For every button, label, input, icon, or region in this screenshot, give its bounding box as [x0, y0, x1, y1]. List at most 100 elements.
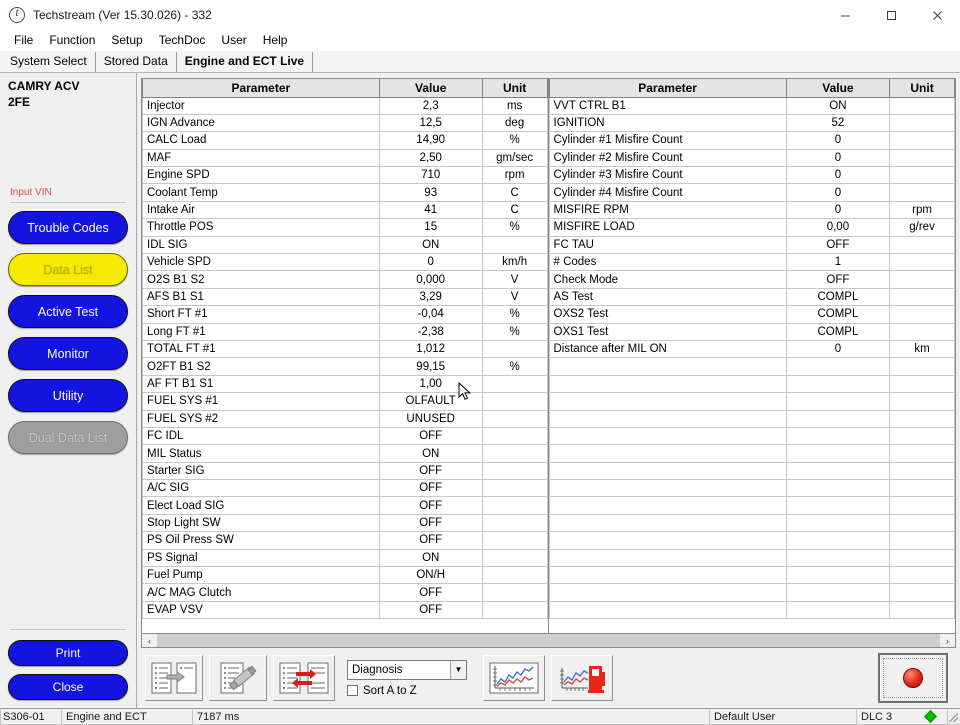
table-row[interactable] [548, 601, 955, 620]
table-row[interactable]: PS Signal ON [142, 549, 548, 568]
menu-item-function[interactable]: Function [41, 30, 103, 51]
diagnosis-dropdown[interactable]: Diagnosis ▼ [347, 659, 467, 680]
table-row[interactable] [548, 427, 955, 446]
table-row[interactable]: AS Test COMPL [548, 288, 955, 307]
sort-a-to-z-checkbox[interactable] [347, 685, 358, 696]
column-header-unit[interactable]: Unit [481, 79, 548, 98]
tab-stored-data[interactable]: Stored Data [95, 52, 177, 72]
column-header-parameter[interactable]: Parameter [142, 79, 380, 98]
tab-engine-and-ect-live[interactable]: Engine and ECT Live [176, 52, 314, 72]
input-vin-link[interactable]: Input VIN [8, 187, 128, 198]
select-items-button[interactable] [145, 655, 203, 701]
table-row[interactable]: CALC Load 14,90% [142, 131, 548, 150]
sort-a-to-z-row[interactable]: Sort A to Z [347, 685, 467, 697]
table-row[interactable] [548, 496, 955, 515]
table-row[interactable]: IGN Advance 12,5 deg [142, 114, 548, 133]
column-header-unit-right[interactable]: Unit [889, 79, 955, 98]
scrollbar-track[interactable] [157, 634, 940, 647]
close-icon[interactable] [914, 0, 960, 30]
table-row[interactable]: FUEL SYS #2 UNUSED [142, 410, 548, 428]
table-row[interactable]: Cylinder #1 Misfire Count 0 [548, 131, 955, 150]
table-row[interactable]: Throttle POS 15% [142, 218, 548, 237]
table-row[interactable]: O2S B1 S2 0,000 V [142, 270, 548, 289]
table-row[interactable]: Fuel Pump ON/H [142, 566, 548, 585]
menu-item-setup[interactable]: Setup [103, 30, 150, 51]
table-row[interactable]: MISFIRE RPM 0 rpm [548, 201, 955, 220]
table-row[interactable] [548, 444, 955, 463]
table-row[interactable] [548, 410, 955, 428]
table-row[interactable]: MAF 2,50 gm/sec [142, 149, 548, 168]
table-row[interactable] [548, 462, 955, 481]
table-row[interactable] [548, 375, 955, 394]
table-row[interactable]: FC IDL OFF [142, 427, 548, 446]
table-row[interactable]: Stop Light SW OFF [142, 514, 548, 533]
table-row[interactable]: Cylinder #4 Misfire Count 0 [548, 183, 955, 202]
table-row[interactable]: Vehicle SPD 0 km/h [142, 253, 548, 272]
table-row[interactable]: FUEL SYS #1 OLFAULT [142, 392, 548, 411]
table-row[interactable]: Distance after MIL ON 0 km [548, 340, 955, 359]
table-row[interactable]: EVAP VSV OFF [142, 601, 548, 620]
chevron-down-icon[interactable]: ▼ [450, 660, 466, 679]
swap-list-button[interactable] [273, 655, 335, 701]
table-row[interactable]: Long FT #1 -2,38% [142, 323, 548, 341]
table-row[interactable]: TOTAL FT #1 1,012 [142, 340, 548, 359]
sidebar-button-data-list[interactable]: Data List [8, 253, 128, 286]
table-row[interactable]: Short FT #1 -0,04% [142, 305, 548, 324]
table-row[interactable]: A/C MAG Clutch OFF [142, 583, 548, 602]
edit-list-button[interactable] [209, 655, 267, 701]
table-row[interactable]: Elect Load SIG OFF [142, 496, 548, 515]
sidebar-button-dual-data-list[interactable]: Dual Data List [8, 421, 128, 454]
menu-item-help[interactable]: Help [255, 30, 296, 51]
horizontal-scrollbar[interactable]: ‹ › [141, 633, 956, 648]
table-row[interactable]: Cylinder #3 Misfire Count 0 [548, 166, 955, 185]
minimize-icon[interactable] [822, 0, 868, 30]
table-row[interactable]: MISFIRE LOAD 0,00 g/rev [548, 218, 955, 237]
table-row[interactable]: O2FT B1 S2 99,15% [142, 357, 548, 376]
graph-button[interactable] [483, 655, 545, 701]
table-row[interactable] [548, 392, 955, 411]
column-header-value-right[interactable]: Value [785, 79, 891, 98]
table-row[interactable] [548, 514, 955, 533]
column-header-value[interactable]: Value [378, 79, 483, 98]
table-row[interactable]: Starter SIG OFF [142, 462, 548, 481]
table-row[interactable] [548, 549, 955, 568]
table-row[interactable]: OXS1 Test COMPL [548, 323, 955, 341]
table-row[interactable] [548, 566, 955, 585]
sidebar-button-print[interactable]: Print [8, 640, 128, 666]
sidebar-button-monitor[interactable]: Monitor [8, 337, 128, 370]
table-row[interactable]: Intake Air 41 C [142, 201, 548, 220]
table-row[interactable]: VVT CTRL B1 ON [548, 97, 955, 115]
table-row[interactable] [548, 583, 955, 602]
record-button[interactable] [878, 653, 948, 703]
table-row[interactable]: Coolant Temp 93 C [142, 183, 548, 202]
sidebar-button-utility[interactable]: Utility [8, 379, 128, 412]
table-row[interactable]: MIL Status ON [142, 444, 548, 463]
table-row[interactable]: IDL SIG ON [142, 236, 548, 255]
table-row[interactable] [548, 531, 955, 550]
table-row[interactable]: Cylinder #2 Misfire Count 0 [548, 149, 955, 168]
table-row[interactable]: A/C SIG OFF [142, 479, 548, 498]
table-row[interactable]: FC TAU OFF [548, 236, 955, 255]
scroll-left-icon[interactable]: ‹ [142, 634, 157, 647]
table-row[interactable]: AFS B1 S1 3,29 V [142, 288, 548, 307]
table-row[interactable]: OXS2 Test COMPL [548, 305, 955, 324]
scroll-right-icon[interactable]: › [940, 634, 955, 647]
column-header-parameter-right[interactable]: Parameter [548, 79, 787, 98]
resize-grip-icon[interactable] [947, 708, 960, 725]
table-row[interactable]: AF FT B1 S1 1,00 [142, 375, 548, 394]
table-row[interactable]: Injector 2,3 ms [142, 97, 548, 115]
fuel-graph-button[interactable] [551, 655, 613, 701]
menu-item-techdoc[interactable]: TechDoc [151, 30, 214, 51]
table-row[interactable]: IGNITION 52 [548, 114, 955, 133]
table-row[interactable] [548, 479, 955, 498]
table-row[interactable]: PS Oil Press SW OFF [142, 531, 548, 550]
table-row[interactable]: Check Mode OFF [548, 270, 955, 289]
table-row[interactable] [548, 357, 955, 376]
table-row[interactable]: Engine SPD 710 rpm [142, 166, 548, 185]
tab-system-select[interactable]: System Select [2, 52, 96, 72]
sidebar-button-trouble-codes[interactable]: Trouble Codes [8, 211, 128, 244]
maximize-icon[interactable] [868, 0, 914, 30]
sidebar-button-active-test[interactable]: Active Test [8, 295, 128, 328]
menu-item-user[interactable]: User [213, 30, 254, 51]
menu-item-file[interactable]: File [6, 30, 41, 51]
